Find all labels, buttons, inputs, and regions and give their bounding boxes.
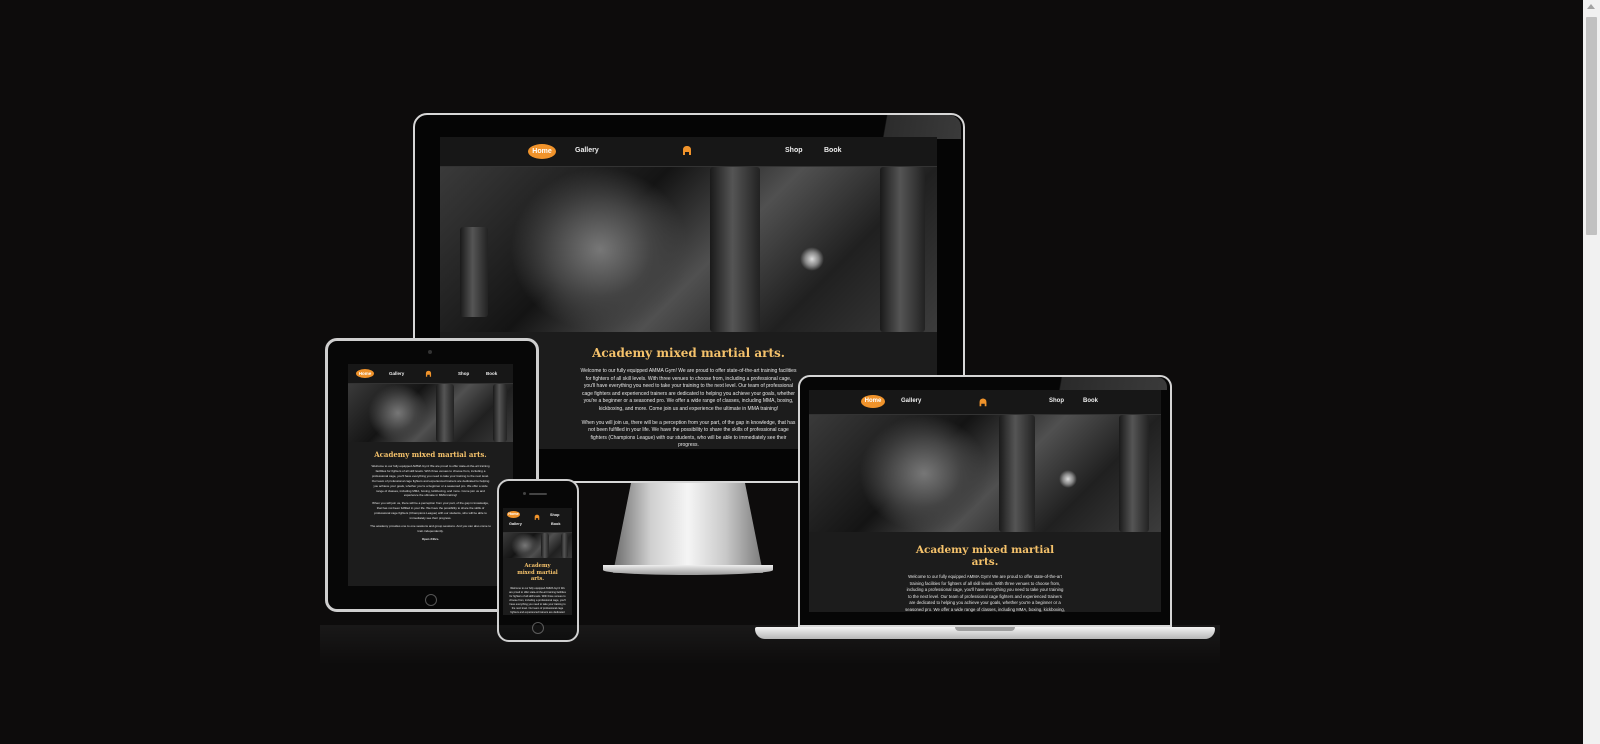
nav-home-button[interactable]: Home: [861, 395, 885, 408]
floor-reflection: [320, 625, 1220, 665]
fighter-figure: [510, 167, 690, 332]
website-preview: Home Gallery Shop Book Academy mixed mar…: [348, 364, 513, 586]
nav-gallery-link[interactable]: Gallery: [575, 147, 599, 154]
site-heading: Academy mixed martial arts.: [592, 346, 785, 360]
nav-book-link[interactable]: Book: [486, 371, 497, 376]
punching-bag: [710, 167, 760, 332]
ceiling-light: [1059, 470, 1077, 488]
join-paragraph: When you will join us, there will be a p…: [372, 501, 489, 521]
phone-camera: [523, 492, 526, 495]
laptop-screen: Home Gallery Shop Book Academy mixed mar…: [809, 390, 1161, 612]
hero-image: [440, 167, 937, 332]
nav-book-link[interactable]: Book: [824, 147, 842, 154]
site-content: Academy mixed martial arts. Welcome to o…: [503, 558, 572, 615]
hero-image: [503, 533, 572, 558]
scrollbar-thumb[interactable]: [1586, 17, 1597, 235]
site-content: Academy mixed martial arts. Welcome to o…: [348, 442, 513, 542]
gorilla-icon: [979, 398, 987, 407]
site-heading: Academy mixed martial arts.: [915, 544, 1055, 568]
punching-bag: [541, 533, 549, 558]
fighter-figure: [511, 533, 539, 558]
punching-bag: [561, 533, 568, 558]
nav-home-button[interactable]: Home: [356, 369, 374, 378]
laptop-mockup: Home Gallery Shop Book Academy mixed mar…: [755, 375, 1225, 645]
nav-shop-link[interactable]: Shop: [458, 371, 469, 376]
punching-bag: [460, 227, 488, 317]
website-preview: Home Gallery Shop Book Academy mixed mar…: [503, 508, 572, 615]
site-heading: Academy mixed martial arts.: [517, 563, 558, 582]
nav-book-link[interactable]: Book: [1083, 398, 1098, 404]
punching-bag: [880, 167, 925, 332]
laptop-glare: [1025, 377, 1167, 390]
phone-screen: Home Gallery Shop Book Academy mixed mar…: [503, 508, 572, 615]
site-navbar: Home Gallery Shop Book: [503, 508, 572, 533]
site-logo[interactable]: [424, 369, 433, 378]
nav-book-link[interactable]: Book: [551, 522, 561, 526]
nav-shop-link[interactable]: Shop: [550, 513, 560, 517]
nav-gallery-link[interactable]: Gallery: [901, 398, 921, 404]
hero-image: [348, 384, 513, 442]
ceiling-light: [800, 247, 824, 271]
punching-bag: [999, 415, 1035, 532]
nav-gallery-link[interactable]: Gallery: [389, 371, 404, 376]
punching-bag: [493, 384, 507, 442]
fighter-figure: [368, 384, 428, 442]
monitor-base: [603, 565, 773, 575]
site-navbar: Home Gallery Shop Book: [809, 390, 1161, 415]
nav-shop-link[interactable]: Shop: [785, 147, 803, 154]
website-preview: Home Gallery Shop Book Academy mixed mar…: [809, 390, 1161, 612]
hours-paragraph: Open 24hrs.: [421, 536, 440, 541]
intro-paragraph: Welcome to our fully equipped AMMA Gym! …: [509, 586, 566, 616]
sessions-paragraph: The academy provides one to one sessions…: [370, 523, 491, 533]
nav-home-button[interactable]: Home: [528, 144, 556, 159]
gorilla-icon: [683, 146, 691, 155]
page-scrollbar[interactable]: [1583, 0, 1600, 744]
punching-bag: [1119, 415, 1149, 532]
site-navbar: Home Gallery Shop Book: [348, 364, 513, 384]
site-navbar: Home Gallery Shop Book: [440, 137, 937, 167]
punching-bag: [436, 384, 454, 442]
nav-gallery-link[interactable]: Gallery: [509, 522, 522, 526]
site-content: Academy mixed martial arts. Welcome to o…: [809, 532, 1161, 612]
tablet-camera: [428, 350, 432, 354]
phone-speaker: [529, 493, 547, 495]
monitor-glare: [853, 115, 961, 139]
hero-image: [809, 415, 1161, 532]
nav-shop-link[interactable]: Shop: [1049, 398, 1064, 404]
gorilla-icon: [425, 370, 432, 377]
intro-paragraph: Welcome to our fully equipped AMMA Gym! …: [905, 574, 1065, 612]
phone-mockup: Home Gallery Shop Book Academy mixed mar…: [497, 479, 579, 642]
fighter-figure: [859, 415, 989, 532]
monitor-stand: [613, 483, 763, 573]
gorilla-icon: [534, 514, 540, 520]
site-logo[interactable]: [977, 396, 989, 408]
site-logo[interactable]: [680, 143, 694, 157]
scroll-up-arrow-icon[interactable]: [1587, 4, 1595, 9]
tablet-home-button: [425, 594, 437, 606]
nav-home-button[interactable]: Home: [507, 511, 520, 518]
tablet-screen: Home Gallery Shop Book Academy mixed mar…: [348, 364, 513, 586]
intro-paragraph: Welcome to our fully equipped AMMA Gym! …: [371, 464, 490, 498]
site-logo[interactable]: [533, 513, 541, 521]
site-heading: Academy mixed martial arts.: [374, 450, 487, 459]
